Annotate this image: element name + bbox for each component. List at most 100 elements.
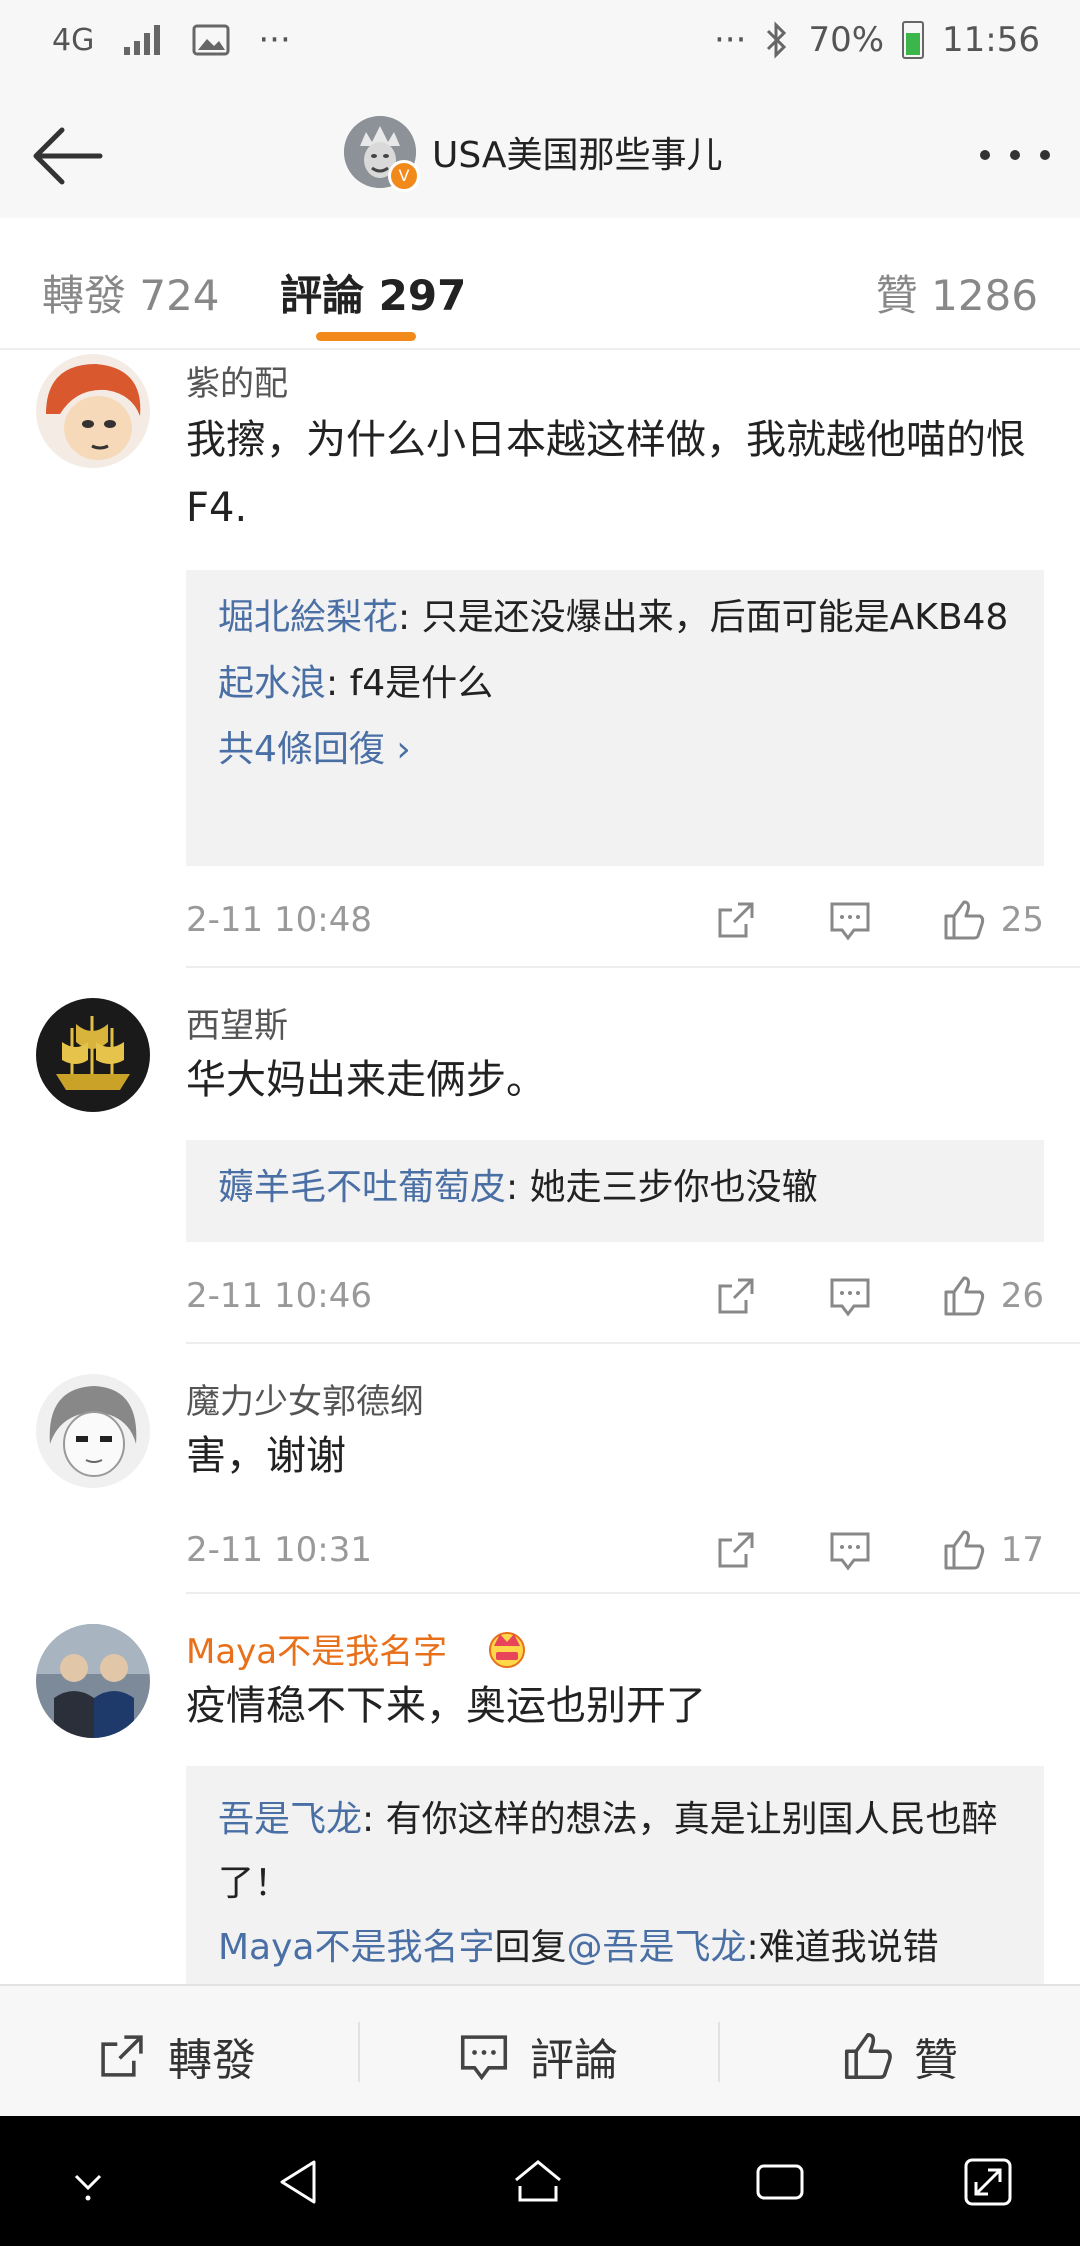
thumbs-up-icon	[844, 2032, 892, 2080]
comment-time: 2-11 10:48	[186, 900, 372, 940]
like-count: 17	[1000, 1530, 1044, 1570]
reply-author[interactable]: 起水浪	[218, 663, 326, 704]
divider	[718, 2022, 720, 2082]
dot-icon	[1040, 150, 1050, 160]
thumbs-up-icon[interactable]	[942, 1528, 986, 1572]
ship-avatar-icon	[36, 998, 150, 1112]
divider	[186, 1342, 1080, 1344]
comment-item: 西望斯 华大妈出来走俩步。 薅羊毛不吐葡萄皮: 她走三步你也没辙 2-11 10…	[0, 990, 1080, 1350]
reply-line: 薅羊毛不吐葡萄皮: 她走三步你也没辙	[218, 1162, 1012, 1214]
cartoon-avatar-icon	[36, 354, 150, 468]
account-name[interactable]: USA美国那些事儿	[432, 126, 723, 178]
status-overflow: ···	[258, 20, 291, 60]
reply-author[interactable]: 堀北絵梨花	[218, 597, 398, 638]
account-avatar[interactable]: V	[344, 116, 420, 192]
reply-author[interactable]: 薅羊毛不吐葡萄皮	[218, 1167, 506, 1208]
comment-username[interactable]: Maya不是我名字	[186, 1624, 447, 1673]
comment-icon[interactable]	[828, 898, 872, 942]
comment-username[interactable]: 西望斯	[186, 998, 288, 1047]
mention-link[interactable]: @吾是飞龙	[567, 1927, 747, 1968]
repost-label: 轉發	[168, 2035, 256, 2086]
reply-box[interactable]: 吾是飞龙: 有你这样的想法，真是让别国人民也醉了！ Maya不是我名字回复@吾是…	[186, 1766, 1044, 1984]
tab-reposts[interactable]: 轉發 724	[42, 262, 220, 323]
rotate-screen-icon[interactable]	[960, 2154, 1016, 2210]
dot-icon	[1010, 150, 1020, 160]
account-title[interactable]: V USA美国那些事儿	[344, 116, 723, 192]
tab-likes[interactable]: 贊 1286	[876, 262, 1038, 323]
reply-line: 堀北絵梨花: 只是还没爆出来，后面可能是AKB48	[218, 592, 1012, 644]
reply-text: : 只是还没爆出来，后面可能是AKB48	[398, 597, 1009, 638]
share-icon[interactable]	[714, 898, 758, 942]
like-count: 25	[1000, 900, 1044, 940]
comment-label: 評論	[530, 2035, 618, 2086]
comment-text: 疫情稳不下来，奥运也别开了	[186, 1683, 706, 1729]
image-icon	[192, 24, 230, 56]
comment-icon[interactable]	[828, 1274, 872, 1318]
status-bar: 4G ··· ··· 70% 11:56	[0, 0, 1080, 92]
reply-text: : 她走三步你也没辙	[506, 1167, 818, 1208]
photo-avatar-icon	[36, 1624, 150, 1738]
like-count: 26	[1000, 1276, 1044, 1316]
bottom-action-bar: 轉發 評論 贊	[0, 1984, 1080, 2118]
comment-text: 害，谢谢	[186, 1433, 346, 1479]
comment-item: 紫的配 我擦，为什么小日本越这样做，我就越他喵的恨F4. 堀北絵梨花: 只是还没…	[0, 350, 1080, 970]
manga-avatar-icon	[36, 1374, 150, 1488]
like-label: 贊	[914, 2035, 958, 2086]
battery-icon	[902, 21, 925, 59]
share-icon[interactable]	[714, 1274, 758, 1318]
reply-box[interactable]: 薅羊毛不吐葡萄皮: 她走三步你也没辙	[186, 1140, 1044, 1242]
more-options-button[interactable]	[980, 140, 1050, 170]
dot-icon	[980, 150, 990, 160]
comment-icon[interactable]	[828, 1528, 872, 1572]
back-button[interactable]	[28, 116, 108, 196]
reply-line: 吾是飞龙: 有你这样的想法，真是让别国人民也醉了！	[218, 1788, 1012, 1916]
verified-badge: V	[388, 160, 420, 192]
back-arrow-icon	[33, 127, 103, 185]
network-indicator: 4G	[52, 22, 95, 58]
comment-meta: 2-11 10:46 26	[186, 1266, 1044, 1326]
user-avatar[interactable]	[36, 354, 150, 468]
active-tab-indicator	[316, 332, 416, 341]
comment-item: 魔力少女郭德纲 害，谢谢 2-11 10:31 17	[0, 1366, 1080, 1596]
reply-box[interactable]: 堀北絵梨花: 只是还没爆出来，后面可能是AKB48 起水浪: f4是什么 共4條…	[186, 570, 1044, 866]
view-all-replies-link[interactable]: 共4條回復 ›	[218, 724, 1012, 776]
tab-bar: 轉發 724 評論 297 贊 1286	[0, 218, 1080, 350]
reply-text: : f4是什么	[326, 663, 494, 704]
reply-connector: 回复	[494, 1927, 567, 1968]
reply-author[interactable]: Maya不是我名字	[218, 1927, 495, 1968]
system-navigation-bar	[0, 2116, 1080, 2246]
bluetooth-icon	[767, 21, 787, 59]
comment-username[interactable]: 魔力少女郭德纲	[186, 1374, 424, 1423]
reply-author[interactable]: 吾是飞龙	[218, 1799, 362, 1840]
comment-button[interactable]: 評論	[458, 2024, 618, 2088]
hide-keyboard-icon[interactable]	[60, 2154, 116, 2210]
reply-text: :难道我说错	[746, 1927, 939, 1968]
repost-button[interactable]: 轉發	[96, 2024, 256, 2088]
battery-level: 70%	[808, 20, 885, 60]
share-icon	[101, 2035, 143, 2077]
tab-comments[interactable]: 評論 297	[280, 262, 466, 323]
user-avatar[interactable]	[36, 998, 150, 1112]
divider	[358, 2022, 360, 2082]
thumbs-up-icon[interactable]	[942, 898, 986, 942]
divider	[186, 966, 1080, 968]
reply-line: Maya不是我名字回复@吾是飞龙:难道我说错	[218, 1916, 1012, 1980]
comment-text: 华大妈出来走俩步。	[186, 1057, 546, 1103]
recents-nav-icon[interactable]	[752, 2154, 808, 2210]
comment-time: 2-11 10:46	[186, 1276, 372, 1316]
thumbs-up-icon[interactable]	[942, 1274, 986, 1318]
comment-meta: 2-11 10:48 25	[186, 890, 1044, 950]
user-avatar[interactable]	[36, 1374, 150, 1488]
home-nav-icon[interactable]	[510, 2154, 566, 2210]
comment-meta: 2-11 10:31 17	[186, 1520, 1044, 1580]
comment-time: 2-11 10:31	[186, 1530, 372, 1570]
share-icon[interactable]	[714, 1528, 758, 1572]
back-nav-icon[interactable]	[272, 2154, 328, 2210]
divider	[186, 1592, 1080, 1594]
comment-text: 我擦，为什么小日本越这样做，我就越他喵的恨F4.	[186, 417, 1026, 531]
status-overflow-right: ···	[714, 20, 747, 60]
like-button[interactable]: 贊	[842, 2024, 958, 2088]
user-avatar[interactable]	[36, 1624, 150, 1738]
comment-icon	[460, 2035, 508, 2081]
comment-username[interactable]: 紫的配	[186, 356, 288, 405]
